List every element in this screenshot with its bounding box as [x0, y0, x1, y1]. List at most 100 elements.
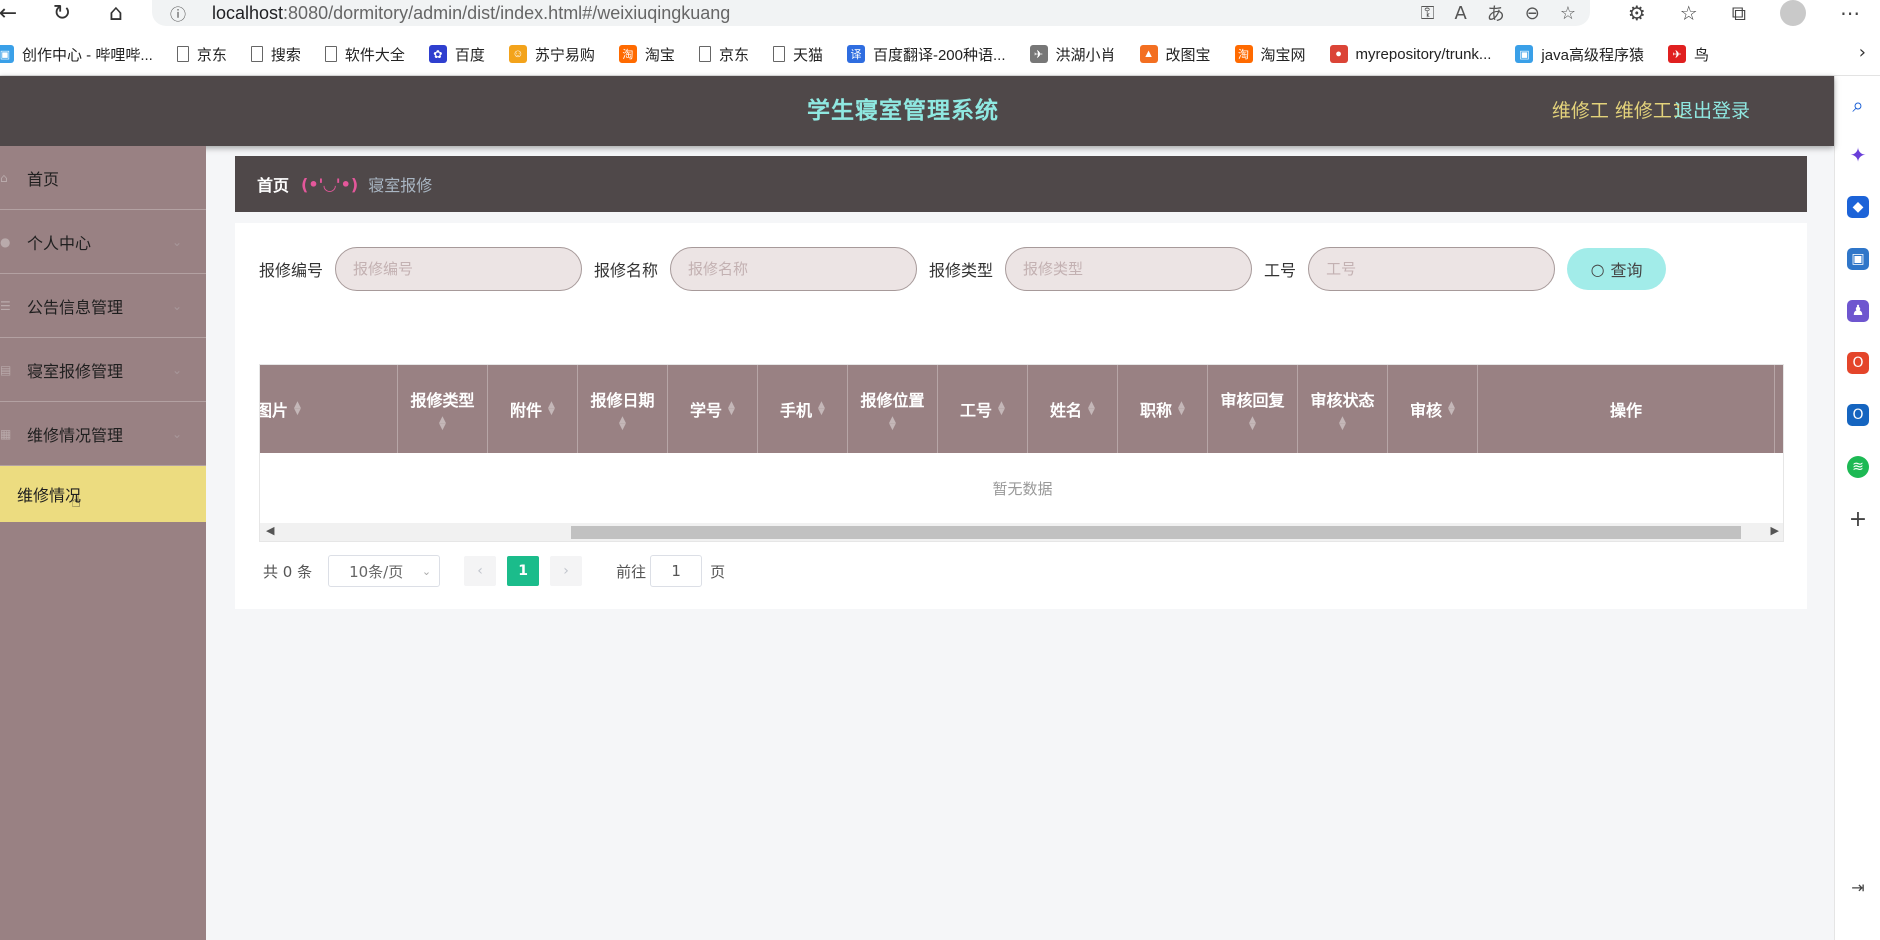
- extensions-icon[interactable]: ⚙: [1628, 1, 1646, 25]
- page-size-select[interactable]: 10条/页 ⌄: [328, 555, 441, 587]
- horizontal-scrollbar[interactable]: ◀ ▶: [260, 523, 1783, 541]
- table-header-cell[interactable]: 图片 ▲ ▼: [260, 365, 398, 453]
- sidebar-item[interactable]: ● 个人中心 ⌄: [0, 210, 206, 274]
- bookmark-label: 淘宝网: [1260, 46, 1306, 64]
- table-header-cell[interactable]: 报修日期 ▲ ▼: [578, 365, 668, 453]
- search-field-label: 报修编号: [259, 261, 324, 280]
- table-header-cell[interactable]: 审核 ▲ ▼: [1388, 365, 1478, 453]
- sort-icon[interactable]: ▲ ▼: [998, 401, 1005, 417]
- favorite-add-icon[interactable]: ☆: [1560, 3, 1576, 24]
- search-icon[interactable]: ⌕: [1847, 93, 1869, 117]
- bookmark-item[interactable]: 京东: [176, 44, 227, 65]
- collections-icon[interactable]: ⧉: [1732, 1, 1746, 25]
- bookmark-item[interactable]: ☺ 苏宁易购: [508, 44, 595, 65]
- bookmark-item[interactable]: 淘淘宝: [618, 44, 675, 65]
- sidebar-subitem-repair-status[interactable]: 维修情况 ☝: [0, 466, 206, 522]
- search-field-input[interactable]: [1005, 247, 1253, 291]
- bookmark-item[interactable]: ✿ 百度: [428, 44, 485, 65]
- sort-icon[interactable]: ▲ ▼: [548, 401, 555, 417]
- home-icon[interactable]: ⌂: [98, 0, 134, 26]
- bookmark-item[interactable]: 搜索: [250, 44, 301, 65]
- address-url[interactable]: localhost:8080/dormitory/admin/dist/inde…: [212, 3, 730, 24]
- current-page[interactable]: 1: [507, 556, 540, 586]
- logout-button[interactable]: 退出登录: [1674, 76, 1750, 146]
- sort-icon[interactable]: ▲ ▼: [439, 416, 446, 432]
- site-info-icon[interactable]: ⓘ: [170, 1, 198, 25]
- profile-avatar[interactable]: [1780, 0, 1806, 26]
- column-label: 手机: [780, 401, 813, 420]
- spotify-icon[interactable]: ≋: [1847, 456, 1869, 478]
- games-icon[interactable]: ♟: [1847, 300, 1869, 322]
- bookmark-label: 百度翻译-200种语...: [872, 46, 1006, 64]
- sidebar-item[interactable]: ▦ 维修情况管理 ⌄: [0, 402, 206, 466]
- url-path: :8080/dormitory/admin/dist/index.html#/w…: [283, 2, 731, 23]
- sort-icon[interactable]: ▲ ▼: [294, 401, 301, 417]
- copilot-icon[interactable]: ✦: [1847, 143, 1869, 167]
- key-icon[interactable]: ⚿: [1421, 3, 1435, 24]
- table-header-cell[interactable]: 工号 ▲ ▼: [938, 365, 1028, 453]
- bookmark-item[interactable]: 淘淘宝网: [1234, 44, 1306, 65]
- goto-page-input[interactable]: [650, 555, 703, 587]
- back-arrow-icon[interactable]: ←: [0, 0, 26, 26]
- table-header-cell[interactable]: 报修位置 ▲ ▼: [848, 365, 938, 453]
- outlook-icon[interactable]: O: [1847, 404, 1869, 426]
- more-icon[interactable]: ⋯: [1840, 1, 1860, 25]
- bookmark-item[interactable]: ✈ 洪湖小肖: [1029, 44, 1116, 65]
- bookmark-item[interactable]: ▣ java高级程序猿: [1515, 44, 1644, 65]
- table-header-cell[interactable]: 审核回复 ▲ ▼: [1208, 365, 1298, 453]
- scrollbar-thumb[interactable]: [571, 526, 1741, 539]
- address-bar[interactable]: ⓘ localhost:8080/dormitory/admin/dist/in…: [152, 0, 1590, 26]
- scroll-left-icon[interactable]: ◀: [266, 524, 274, 537]
- sort-icon[interactable]: ▲ ▼: [1448, 401, 1455, 417]
- sidebar-item[interactable]: ⌂ 首页: [0, 146, 206, 210]
- search-field-input[interactable]: [1308, 247, 1556, 291]
- table-header-cell[interactable]: 姓名 ▲ ▼: [1028, 365, 1118, 453]
- sort-icon[interactable]: ▲ ▼: [1178, 401, 1185, 417]
- breadcrumb-home[interactable]: 首页: [257, 172, 289, 196]
- bookmark-item[interactable]: 京东: [698, 44, 749, 65]
- bookmark-item[interactable]: 译百度翻译-200种语...: [846, 44, 1006, 65]
- reload-icon[interactable]: ↻: [44, 0, 80, 26]
- sort-icon[interactable]: ▲ ▼: [889, 416, 896, 432]
- sort-icon[interactable]: ▲ ▼: [1249, 416, 1256, 432]
- table-header-cell[interactable]: 职称 ▲ ▼: [1118, 365, 1208, 453]
- favorites-icon[interactable]: ☆: [1680, 1, 1698, 25]
- prev-page-button[interactable]: ‹: [464, 556, 497, 586]
- sort-icon[interactable]: ▲ ▼: [619, 416, 626, 432]
- page-suffix: 页: [710, 562, 726, 581]
- bookmark-item[interactable]: 天猫: [772, 44, 823, 65]
- sidebar-collapse-icon[interactable]: ⇥: [1847, 876, 1869, 898]
- bookmark-label: 天猫: [792, 46, 823, 64]
- tools-icon[interactable]: ▣: [1847, 248, 1869, 270]
- table-header-cell[interactable]: 手机 ▲ ▼: [758, 365, 848, 453]
- read-aloud-icon[interactable]: A: [1454, 3, 1466, 24]
- bookmark-item[interactable]: ● myrepository/trunk...: [1329, 45, 1491, 63]
- search-button[interactable]: ○ 查询: [1567, 248, 1667, 290]
- sort-icon[interactable]: ▲ ▼: [1339, 416, 1346, 432]
- search-field-input[interactable]: [335, 247, 583, 291]
- office-icon[interactable]: O: [1847, 352, 1869, 374]
- table-header: 图片 ▲ ▼ 报修类型 ▲ ▼ 附件 ▲ ▼ 报修日期 ▲ ▼ 学号 ▲ ▼ 手机 ▲ ▼ 报修位置 ▲ ▼ 工号 ▲ ▼ 姓名…: [260, 365, 1783, 453]
- bookmark-item[interactable]: 软件大全: [324, 44, 405, 65]
- translate-icon[interactable]: あ: [1487, 0, 1505, 26]
- scroll-right-icon[interactable]: ▶: [1771, 524, 1779, 537]
- zoom-out-icon[interactable]: ⊖: [1525, 3, 1540, 24]
- list-icon: ☰: [0, 298, 11, 313]
- sort-icon[interactable]: ▲ ▼: [1088, 401, 1095, 417]
- bookmark-item[interactable]: ✈ 鸟: [1667, 44, 1709, 65]
- table-header-cell[interactable]: 审核状态 ▲ ▼: [1298, 365, 1388, 453]
- search-field-input[interactable]: [670, 247, 918, 291]
- sidebar-item[interactable]: ☰ 公告信息管理 ⌄: [0, 274, 206, 338]
- add-icon[interactable]: +: [1847, 507, 1869, 532]
- table-header-cell[interactable]: 附件 ▲ ▼: [488, 365, 578, 453]
- shopping-tag-icon[interactable]: ◆: [1847, 196, 1869, 218]
- bookmark-item[interactable]: ▣ 创作中心 - 哔哩哔...: [0, 44, 153, 65]
- chevron-right-icon[interactable]: ›: [1859, 42, 1866, 63]
- table-header-cell[interactable]: 报修类型 ▲ ▼: [398, 365, 488, 453]
- table-header-cell[interactable]: 学号 ▲ ▼: [668, 365, 758, 453]
- sidebar-item[interactable]: ▤ 寝室报修管理 ⌄: [0, 338, 206, 402]
- bookmark-item[interactable]: ▲ 改图宝: [1139, 44, 1211, 65]
- sort-icon[interactable]: ▲ ▼: [728, 401, 735, 417]
- next-page-button[interactable]: ›: [550, 556, 583, 586]
- sort-icon[interactable]: ▲ ▼: [818, 401, 825, 417]
